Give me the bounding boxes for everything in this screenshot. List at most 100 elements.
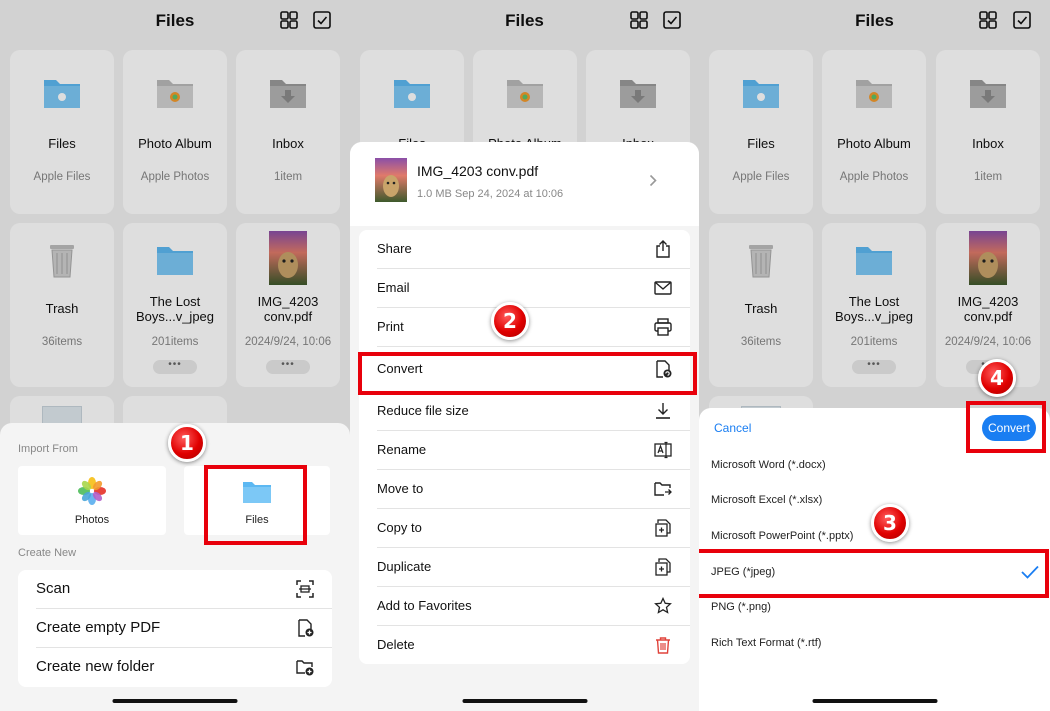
- more-button[interactable]: •••: [266, 360, 310, 374]
- photos-folder-icon: [856, 80, 892, 108]
- file-card[interactable]: Inbox 1item: [236, 50, 340, 214]
- format-option-docx[interactable]: Microsoft Word (*.docx): [711, 459, 826, 471]
- grid-view-icon[interactable]: [280, 11, 298, 29]
- action-label: Print: [377, 319, 404, 334]
- duplicate-action[interactable]: Duplicate: [359, 548, 690, 587]
- file-sub: 36items: [41, 336, 83, 348]
- format-option-xlsx[interactable]: Microsoft Excel (*.xlsx): [711, 494, 822, 506]
- reduce-size-action[interactable]: Reduce file size: [359, 392, 690, 431]
- pdf-thumbnail-icon: [269, 231, 307, 285]
- star-icon: [654, 597, 672, 614]
- action-label: Convert: [377, 361, 423, 376]
- page-title: Files: [855, 11, 894, 30]
- format-option-rtf[interactable]: Rich Text Format (*.rtf): [711, 637, 821, 649]
- home-indicator: [812, 699, 937, 703]
- file-name: Inbox: [272, 136, 304, 151]
- more-button[interactable]: •••: [153, 360, 197, 374]
- panel-actions: Files Files Photo Album Inbox IMG_4203 c…: [350, 0, 699, 711]
- import-photos-button[interactable]: Photos: [18, 466, 166, 535]
- email-action[interactable]: Email: [359, 269, 690, 308]
- scan-item[interactable]: Scan: [18, 570, 332, 609]
- cancel-button[interactable]: Cancel: [714, 421, 751, 435]
- file-name: Photo Album: [138, 136, 212, 151]
- move-to-action[interactable]: Move to: [359, 470, 690, 509]
- file-sub: 1item: [973, 171, 1003, 183]
- file-card[interactable]: Photo Album Apple Photos: [123, 50, 227, 214]
- inbox-folder-icon: [970, 80, 1006, 108]
- grid-view-icon[interactable]: [979, 11, 997, 29]
- file-meta: 1.0 MB Sep 24, 2024 at 10:06: [417, 188, 564, 200]
- file-sub: 201items: [151, 336, 199, 348]
- file-card[interactable]: Files Apple Files: [709, 50, 813, 214]
- share-action[interactable]: Share: [359, 230, 690, 269]
- file-card[interactable]: The Lost Boys...v_jpeg 201items •••: [123, 223, 227, 387]
- move-folder-icon: [654, 482, 672, 496]
- item-label: Create empty PDF: [36, 619, 161, 636]
- folder-apple-icon: [44, 80, 80, 108]
- convert-action[interactable]: Convert: [359, 347, 690, 392]
- file-card[interactable]: Trash 36items: [709, 223, 813, 387]
- action-label: Share: [377, 241, 412, 256]
- trash-icon: [50, 245, 74, 278]
- create-empty-pdf-item[interactable]: Create empty PDF: [18, 609, 332, 648]
- import-sheet: Import From Photos Files Create New Scan: [0, 423, 350, 711]
- file-header[interactable]: IMG_4203 conv.pdf 1.0 MB Sep 24, 2024 at…: [350, 142, 699, 226]
- file-card[interactable]: Photo Album Apple Photos: [822, 50, 926, 214]
- action-label: Delete: [377, 637, 415, 652]
- import-files-button[interactable]: Files: [184, 466, 330, 535]
- new-folder-icon: [296, 660, 314, 676]
- delete-action[interactable]: Delete: [359, 626, 690, 664]
- file-card[interactable]: Inbox 1item: [936, 50, 1040, 214]
- panel-convert: Files Files Apple Files Photo Album Appl…: [699, 0, 1050, 711]
- format-option-png[interactable]: PNG (*.png): [711, 601, 771, 613]
- create-new-folder-item[interactable]: Create new folder: [18, 648, 332, 687]
- action-label: Email: [377, 280, 410, 295]
- select-checkbox-icon[interactable]: [1013, 11, 1031, 29]
- action-label: Move to: [377, 481, 424, 496]
- inbox-folder-icon: [270, 80, 306, 108]
- grid-view-icon[interactable]: [630, 11, 648, 29]
- file-card[interactable]: IMG_4203 conv.pdf 2024/9/24, 10:06 •••: [236, 223, 340, 387]
- file-name: Files: [747, 136, 775, 151]
- more-button[interactable]: •••: [852, 360, 896, 374]
- select-checkbox-icon[interactable]: [313, 11, 331, 29]
- rename-action[interactable]: Rename: [359, 431, 690, 470]
- photos-icon: [78, 477, 106, 505]
- create-new-list: Scan Create empty PDF Create new folder: [18, 570, 332, 687]
- file-sub: 36items: [740, 336, 782, 348]
- format-option-jpeg[interactable]: JPEG (*jpeg): [711, 566, 775, 578]
- action-label: Add to Favorites: [377, 598, 472, 613]
- file-name: The Lost Boys...v_jpeg: [135, 294, 215, 324]
- scan-icon: [296, 580, 314, 598]
- trash-icon: [749, 245, 773, 278]
- favorite-action[interactable]: Add to Favorites: [359, 587, 690, 626]
- file-card[interactable]: Trash 36items: [10, 223, 114, 387]
- pdf-thumbnail-icon: [375, 158, 407, 202]
- photos-folder-icon: [507, 80, 543, 108]
- file-card[interactable]: The Lost Boys...v_jpeg 201items •••: [822, 223, 926, 387]
- new-pdf-icon: [298, 619, 314, 637]
- file-name: IMG_4203 conv.pdf: [257, 294, 319, 324]
- format-option-pptx[interactable]: Microsoft PowerPoint (*.pptx): [711, 530, 853, 542]
- rename-icon: [654, 441, 672, 459]
- convert-button[interactable]: Convert: [982, 415, 1036, 441]
- chevron-right-icon: [649, 174, 657, 187]
- file-sub: 2024/9/24, 10:06: [944, 336, 1032, 348]
- item-label: Create new folder: [36, 658, 155, 675]
- import-from-label: Import From: [18, 443, 78, 455]
- copy-to-action[interactable]: Copy to: [359, 509, 690, 548]
- top-bar: Files: [350, 0, 699, 42]
- action-label: Duplicate: [377, 559, 432, 574]
- trash-red-icon: [656, 637, 670, 654]
- folder-icon: [243, 482, 271, 503]
- folder-icon: [856, 247, 892, 275]
- item-label: Scan: [36, 580, 71, 597]
- home-indicator: [462, 699, 587, 703]
- select-checkbox-icon[interactable]: [663, 11, 681, 29]
- file-name: Inbox: [972, 136, 1004, 151]
- file-sub: Apple Photos: [839, 171, 909, 183]
- file-sub: Apple Files: [732, 171, 790, 183]
- file-card[interactable]: Files Apple Files: [10, 50, 114, 214]
- action-label: Rename: [377, 442, 427, 457]
- home-indicator: [112, 699, 238, 703]
